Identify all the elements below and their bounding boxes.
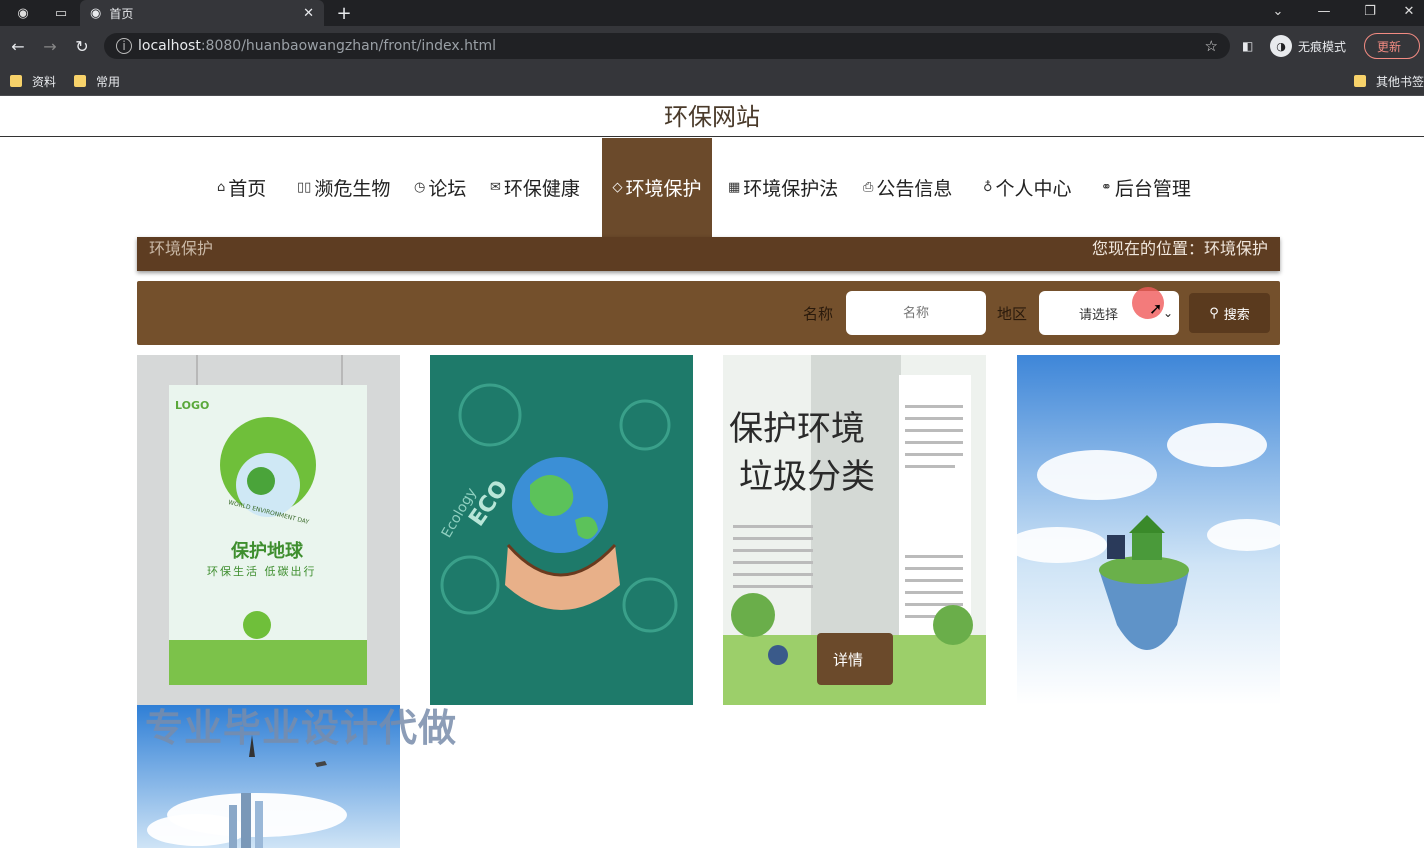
nav-item-profile[interactable]: ♁ 个人中心 [983,138,1072,237]
search-button-label: 搜索 [1223,307,1250,323]
globe-icon[interactable]: ◉ [6,0,40,26]
name-label: 名称 [803,305,834,323]
nav-label: 首页 [228,178,267,200]
close-window-button[interactable]: ✕ [1394,0,1424,22]
details-tag[interactable]: 详情 [817,633,893,685]
card-sky-earth[interactable] [1017,355,1280,705]
bookmark-label: 其他书签 [1376,74,1424,89]
nav-label: 公告信息 [876,178,953,200]
nav-label: 个人中心 [995,178,1072,200]
reload-button[interactable]: ↻ [70,34,94,58]
mail-icon: ✉ [490,180,501,195]
other-bookmarks[interactable]: 其他书签 [1354,71,1424,91]
bookmark-folder[interactable]: 资料 [10,71,56,91]
nav-label: 后台管理 [1114,178,1191,200]
minimize-button[interactable]: — [1304,0,1344,22]
sidepanel-icon[interactable]: ◧ [1242,33,1253,59]
incognito-label: 无痕模式 [1298,39,1347,54]
nav-label: 论坛 [428,178,467,200]
poster-title-line2: 垃圾分类 [739,457,875,497]
home-icon: ⌂ [217,180,226,195]
folder-icon [1354,75,1366,87]
info-icon[interactable]: i [116,38,132,54]
incognito-indicator[interactable]: ◑ 无痕模式 [1270,33,1346,59]
link-icon: ⚭ [1101,180,1112,195]
bookmark-folder[interactable]: 常用 [74,71,120,91]
address-bar[interactable]: i localhost:8080/huanbaowangzhan/front/i… [104,33,1230,59]
new-tab-button[interactable]: + [334,0,354,26]
poster-globe-image [430,355,693,705]
area-selected: 请选择 [1079,307,1119,323]
nav-item-law[interactable]: ▦ 环境保护法 [728,138,838,237]
tab-title: 首页 [109,6,134,21]
browser-tabbar: ◉ ▭ ◉ 首页 ✕ + ⌄ — ❐ ✕ [0,0,1424,26]
name-input[interactable] [846,291,986,335]
watermark: 专业毕业设计代做 [145,706,458,750]
nav-item-protection[interactable]: ◇ 环境保护 [602,138,712,237]
globe-icon: ◉ [90,5,102,21]
window-icon[interactable]: ▭ [44,0,78,26]
search-bar: 名称 地区 请选择 ⌄ ➚ ⚲ 搜索 [137,281,1280,345]
site-title: 环保网站 [0,97,1424,137]
close-icon[interactable]: ✕ [303,6,314,21]
user-icon: ♁ [983,180,993,195]
forward-button[interactable]: → [38,34,62,58]
nav-item-health[interactable]: ✉ 环保健康 [490,138,580,237]
bookmark-label: 常用 [96,74,121,89]
area-label: 地区 [997,305,1028,323]
clock-icon: ◷ [414,180,426,195]
sky-earth-image [1017,355,1280,705]
browser-tab-active[interactable]: ◉ 首页 ✕ [80,0,324,26]
cursor-icon: ➚ [1149,299,1163,318]
nav-item-notice[interactable]: ⎙ 公告信息 [863,138,952,237]
update-label: 更新 [1377,39,1402,54]
chevron-down-icon[interactable]: ⌄ [1258,0,1298,22]
card-poster-globe[interactable]: ECO Ecology [430,355,693,705]
grid-icon: ▦ [728,180,741,195]
breadcrumb: 环境保护 您现在的位置：环境保护 [137,237,1280,271]
nav-item-forum[interactable]: ◷ 论坛 [414,138,466,237]
book-icon: ▯▯ [297,180,312,195]
nav-label: 环境保护 [625,178,702,200]
nav-label: 濒危生物 [314,178,391,200]
tag-icon: ◇ [612,180,623,195]
page: 环保网站 ⌂ 首页 ▯▯ 濒危生物 ◷ 论坛 ✉ 环保健康 ◇ 环境保护 ▦ 环境保护法 ⎙… [0,97,1424,848]
poster-logo: LOGO [175,399,210,412]
search-button[interactable]: ⚲ 搜索 [1189,293,1270,333]
poster-title-line1: 保护环境 [729,409,865,449]
nav-item-endangered[interactable]: ▯▯ 濒危生物 [297,138,390,237]
details-tag-label: 详情 [833,650,864,669]
url-path: :8080/huanbaowangzhan/front/index.html [200,38,496,54]
back-button[interactable]: ← [6,34,30,58]
bookmarks-bar: 资料 常用 其他书签 [0,66,1424,96]
nav-item-admin[interactable]: ⚭ 后台管理 [1101,138,1191,237]
card-poster-earth[interactable]: LOGO WORLD ENVIRONMENT DAY 保护地球 环保生活 低碳出… [137,355,400,705]
poster-subtitle: 环保生活 低碳出行 [207,565,317,578]
url-host: localhost [138,38,201,54]
star-icon[interactable]: ☆ [1205,37,1218,55]
folder-icon [74,75,86,87]
nav-label: 环境保护法 [743,178,839,200]
main-nav: ⌂ 首页 ▯▯ 濒危生物 ◷ 论坛 ✉ 环保健康 ◇ 环境保护 ▦ 环境保护法 ⎙ 公告信息 … [0,138,1424,237]
restore-button[interactable]: ❐ [1350,0,1390,22]
breadcrumb-section: 环境保护 [149,239,214,258]
chevron-down-icon: ⌄ [1162,306,1173,320]
incognito-icon: ◑ [1270,35,1292,57]
poster-title: 保护地球 [231,541,303,562]
breadcrumb-location: 您现在的位置：环境保护 [1091,239,1268,258]
nav-label: 环保健康 [503,178,580,200]
folder-icon [10,75,22,87]
search-icon: ⚲ [1209,305,1219,321]
printer-icon: ⎙ [863,180,874,195]
nav-item-home[interactable]: ⌂ 首页 [217,138,266,237]
bookmark-label: 资料 [32,74,57,89]
update-button[interactable]: 更新 [1364,33,1420,59]
